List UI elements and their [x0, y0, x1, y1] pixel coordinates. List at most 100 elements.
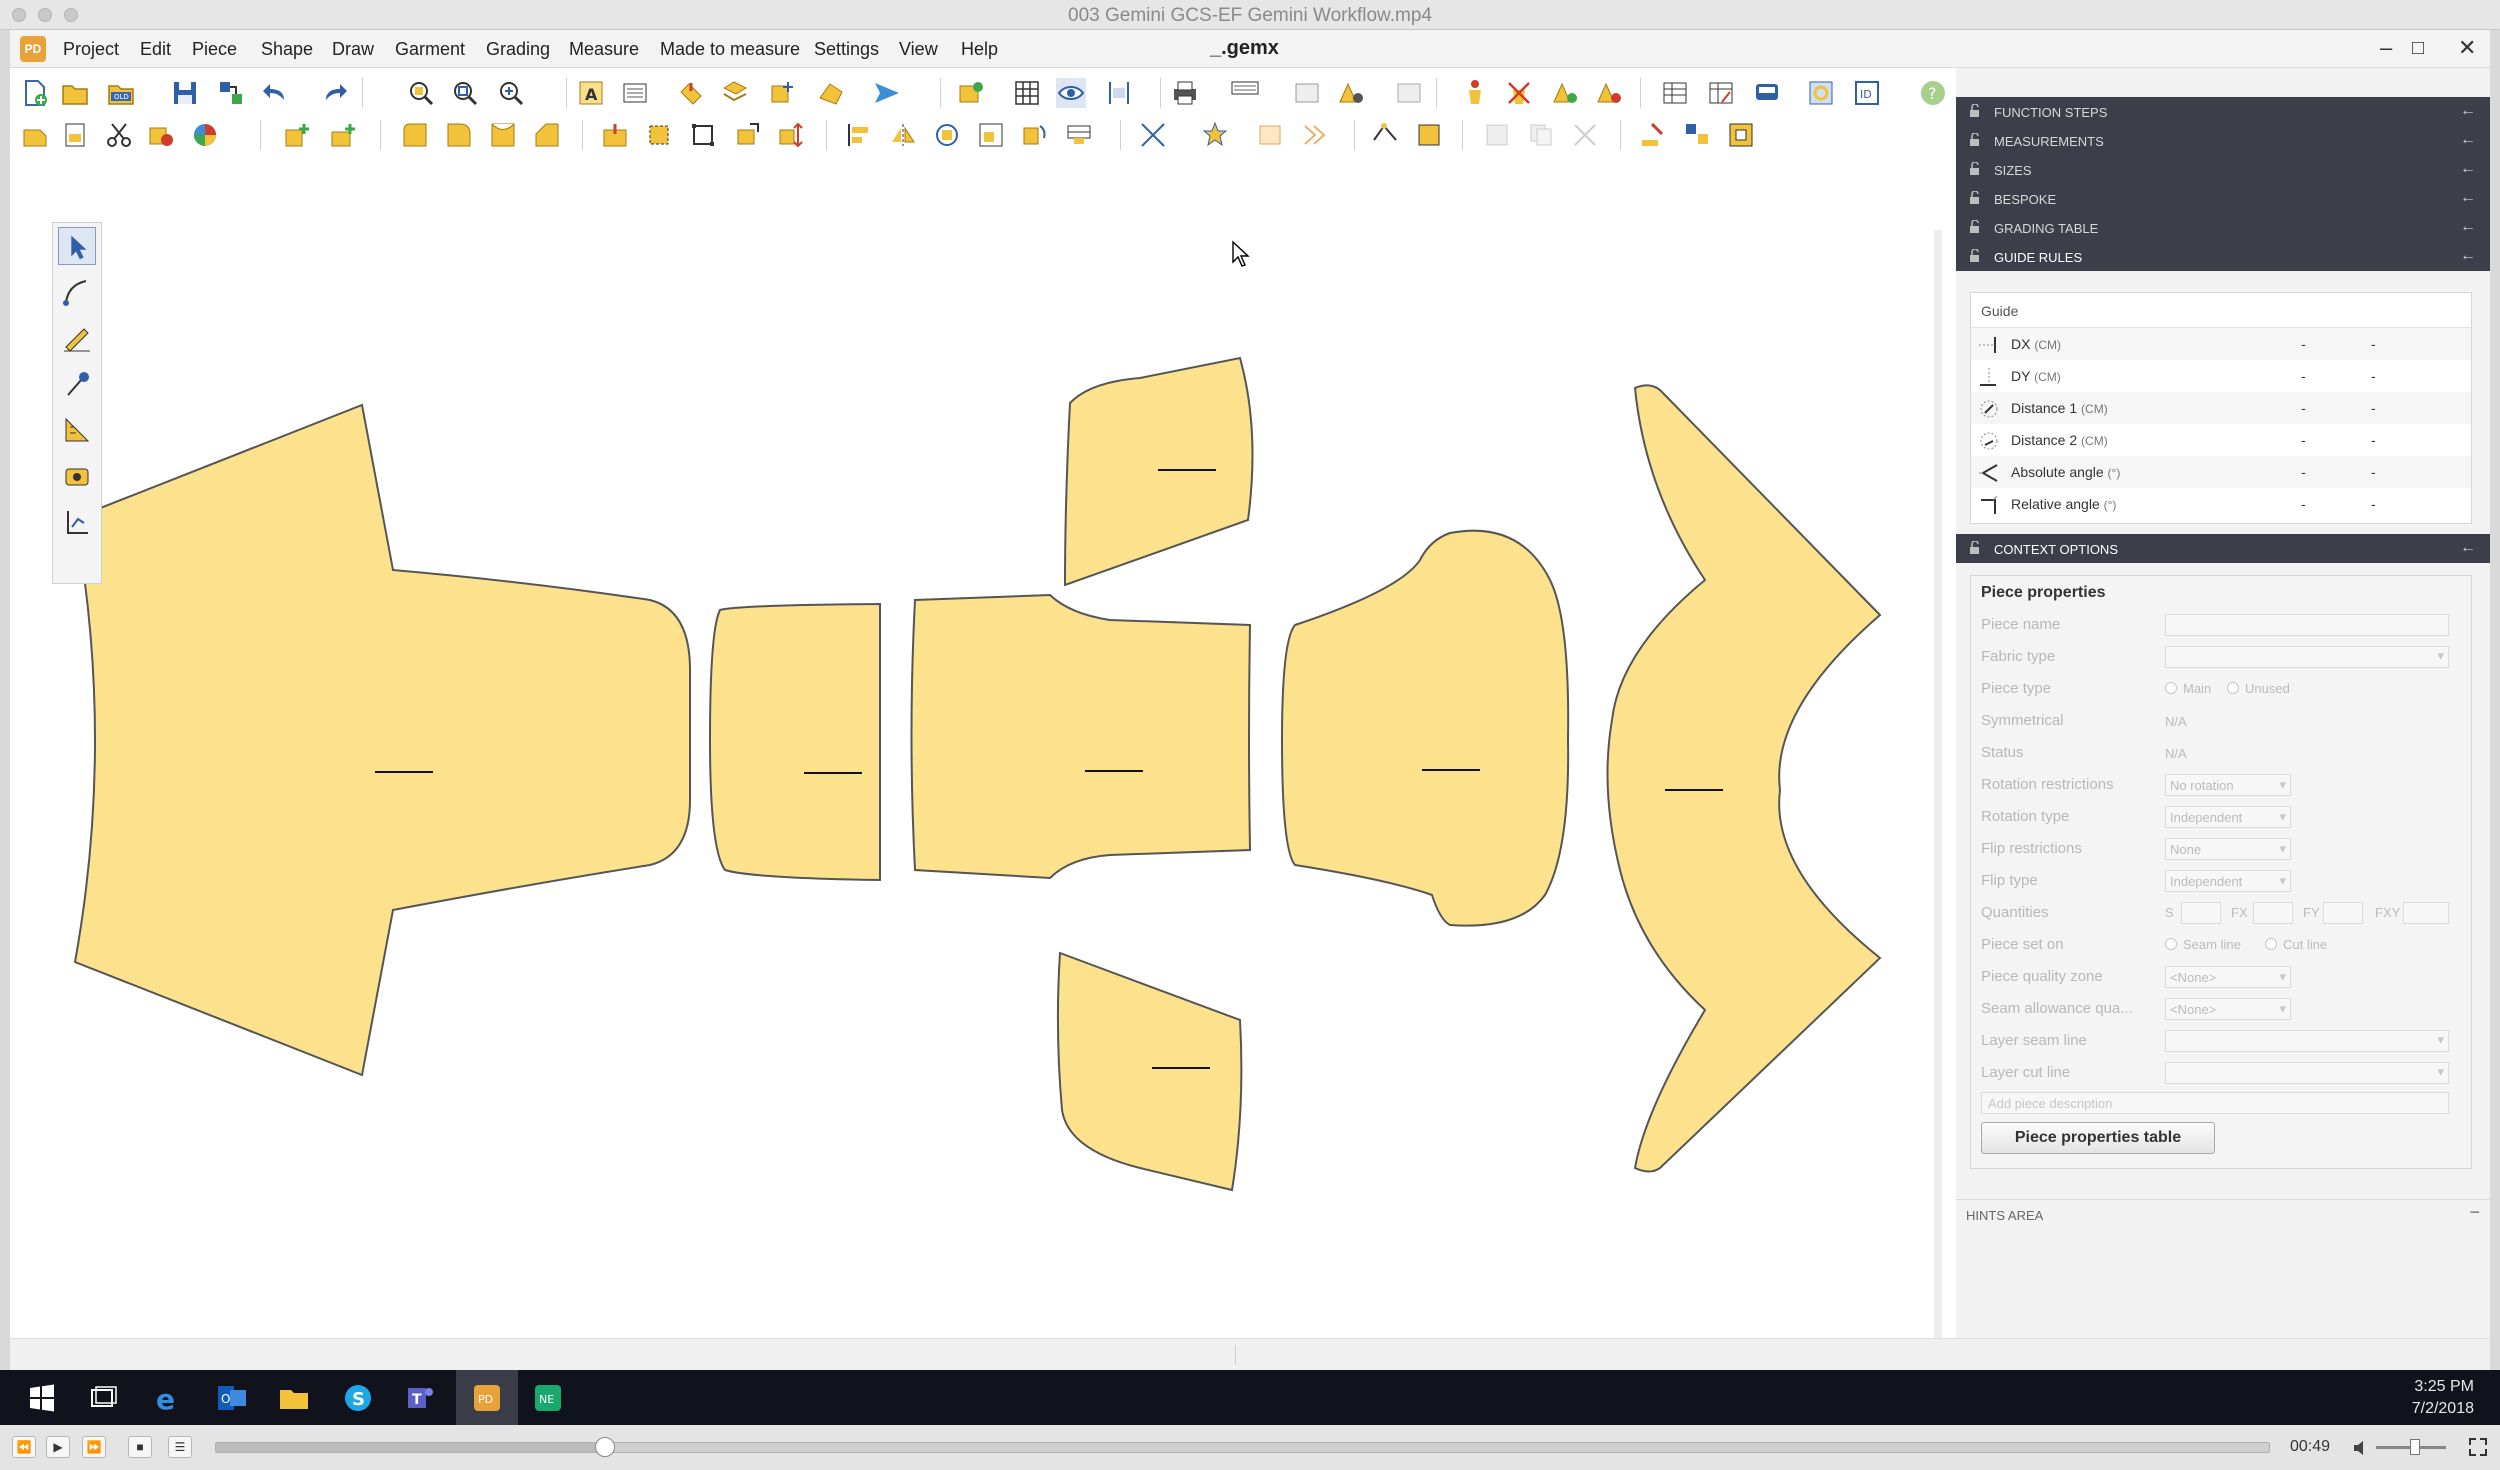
marker-icon[interactable] — [1336, 78, 1366, 108]
bus-icon[interactable] — [1752, 78, 1782, 108]
pattern-designer-app-icon[interactable]: PD — [471, 1382, 503, 1414]
draw-curve-icon[interactable] — [58, 273, 96, 311]
piece-rotate-90-icon[interactable] — [1020, 120, 1050, 150]
open-old-icon[interactable]: OLD — [106, 78, 136, 108]
plot-icon[interactable] — [1230, 78, 1260, 108]
unlock-icon[interactable] — [1968, 220, 1982, 234]
arrow-left-icon[interactable]: ← — [2460, 218, 2476, 236]
grade-next-icon[interactable] — [1300, 120, 1330, 150]
qty-fx-input[interactable] — [2253, 902, 2293, 924]
rotation-restrictions-select[interactable]: No rotation — [2165, 774, 2291, 796]
shape-corner-3-icon[interactable] — [488, 120, 518, 150]
window-close-icon[interactable]: ✕ — [2458, 35, 2476, 61]
layer-seam-line-select[interactable]: ▾ — [2165, 1030, 2449, 1052]
link-icon[interactable]: ID — [1852, 78, 1882, 108]
piece-tool-icon[interactable] — [20, 120, 50, 150]
redo-icon[interactable] — [320, 78, 350, 108]
table-edit-icon[interactable] — [1706, 78, 1736, 108]
unlock-icon[interactable] — [1968, 249, 1982, 263]
teams-icon[interactable]: T — [404, 1382, 436, 1414]
volume-icon[interactable] — [2352, 1439, 2372, 1457]
undo-icon[interactable] — [260, 78, 290, 108]
volume-knob[interactable] — [2410, 1439, 2420, 1455]
tape-measure-icon[interactable] — [58, 457, 96, 495]
file-explorer-icon[interactable] — [278, 1382, 310, 1414]
hints-collapse-button[interactable]: − — [2469, 1202, 2480, 1223]
piece-copy-icon[interactable] — [676, 78, 706, 108]
piece-properties-table-button[interactable]: Piece properties table — [1981, 1122, 2215, 1154]
export-icon[interactable] — [216, 78, 246, 108]
outlook-icon[interactable]: O — [216, 1382, 248, 1414]
piece-list-icon[interactable] — [620, 78, 650, 108]
section-grading-table[interactable]: GRADING TABLE ← — [1956, 213, 2490, 242]
task-view-icon[interactable] — [88, 1382, 120, 1414]
windows-start-icon[interactable] — [26, 1382, 58, 1414]
menu-grading[interactable]: Grading — [486, 39, 550, 60]
fabric-type-select[interactable]: ▾ — [2165, 646, 2449, 668]
send-icon[interactable] — [872, 78, 902, 108]
point-icon[interactable] — [1370, 120, 1400, 150]
view-eye-icon[interactable] — [1056, 78, 1086, 108]
play-icon[interactable]: ▶ — [46, 1436, 70, 1458]
qty-s-input[interactable] — [2181, 902, 2221, 924]
arrow-left-icon[interactable]: ← — [2460, 102, 2476, 120]
select-arrow-icon[interactable] — [58, 227, 96, 265]
section-sizes[interactable]: SIZES ← — [1956, 155, 2490, 184]
shape-corner-1-icon[interactable] — [400, 120, 430, 150]
add-layer-icon[interactable] — [956, 78, 986, 108]
rotate-icon[interactable] — [932, 120, 962, 150]
qty-fy-input[interactable] — [2323, 902, 2363, 924]
menu-measure[interactable]: Measure — [569, 39, 639, 60]
stop-icon[interactable]: ■ — [128, 1436, 152, 1458]
guide-row-absolute-angle[interactable]: Absolute angle (°) - - — [1971, 456, 2471, 488]
menu-settings[interactable]: Settings — [814, 39, 879, 60]
skype-icon[interactable]: S — [342, 1382, 374, 1414]
measure-edit-icon[interactable] — [1550, 78, 1580, 108]
window-maximize-icon[interactable]: □ — [2412, 37, 2424, 60]
add-piece-icon[interactable] — [282, 120, 312, 150]
guide-row-dy[interactable]: DY (CM) - - — [1971, 360, 2471, 392]
nest-icon[interactable] — [1394, 78, 1424, 108]
disabled-tool-1-icon[interactable] — [1482, 120, 1512, 150]
arrow-left-icon[interactable]: ← — [2460, 160, 2476, 178]
piece-type-main-radio[interactable] — [2165, 682, 2177, 694]
seam-allowance-quality-select[interactable]: <None> — [2165, 998, 2291, 1020]
section-context-options[interactable]: CONTEXT OPTIONS ← — [1956, 534, 2490, 563]
zoom-window-icon[interactable] — [450, 78, 480, 108]
open-folder-icon[interactable] — [60, 78, 90, 108]
grade-rule-icon[interactable] — [1138, 120, 1168, 150]
align-icon[interactable] — [1104, 78, 1134, 108]
edge-browser-icon[interactable]: e — [152, 1382, 184, 1414]
guide-row-dx[interactable]: DX (CM) - - — [1971, 328, 2471, 360]
menu-help[interactable]: Help — [961, 39, 998, 60]
menu-view[interactable]: View — [899, 39, 938, 60]
window-minimize-icon[interactable]: – — [2380, 35, 2392, 61]
arrow-left-icon[interactable]: ← — [2460, 131, 2476, 149]
arrow-left-icon[interactable]: ← — [2460, 539, 2476, 557]
sync-icon[interactable] — [1806, 78, 1836, 108]
nesting-app-icon[interactable]: NE — [532, 1382, 564, 1414]
piece-delete-icon[interactable] — [146, 120, 176, 150]
piece-info-icon[interactable] — [60, 120, 90, 150]
rewind-icon[interactable]: ⏪ — [12, 1436, 36, 1458]
grade-copy-icon[interactable] — [1256, 120, 1286, 150]
flip-restrictions-select[interactable]: None — [2165, 838, 2291, 860]
help-icon[interactable]: ? — [1918, 78, 1948, 108]
pencil-icon[interactable] — [58, 319, 96, 357]
menu-piece[interactable]: Piece — [192, 39, 237, 60]
canvas-vertical-scrollbar[interactable] — [1934, 230, 1942, 1370]
shape-corner-2-icon[interactable] — [444, 120, 474, 150]
menu-edit[interactable]: Edit — [140, 39, 171, 60]
piece-add-icon[interactable] — [768, 78, 798, 108]
select-area-icon[interactable] — [688, 120, 718, 150]
print-icon[interactable] — [1170, 78, 1200, 108]
section-guide-rules[interactable]: GUIDE RULES ← — [1956, 242, 2490, 271]
playlist-icon[interactable]: ☰ — [168, 1436, 192, 1458]
unlock-icon[interactable] — [1968, 133, 1982, 147]
disabled-tool-3-icon[interactable] — [1570, 120, 1600, 150]
unlock-icon[interactable] — [1968, 104, 1982, 118]
text-tool-icon[interactable]: A — [576, 78, 606, 108]
section-bespoke[interactable]: BESPOKE ← — [1956, 184, 2490, 213]
qty-fxy-input[interactable] — [2403, 902, 2449, 924]
menu-shape[interactable]: Shape — [261, 39, 313, 60]
